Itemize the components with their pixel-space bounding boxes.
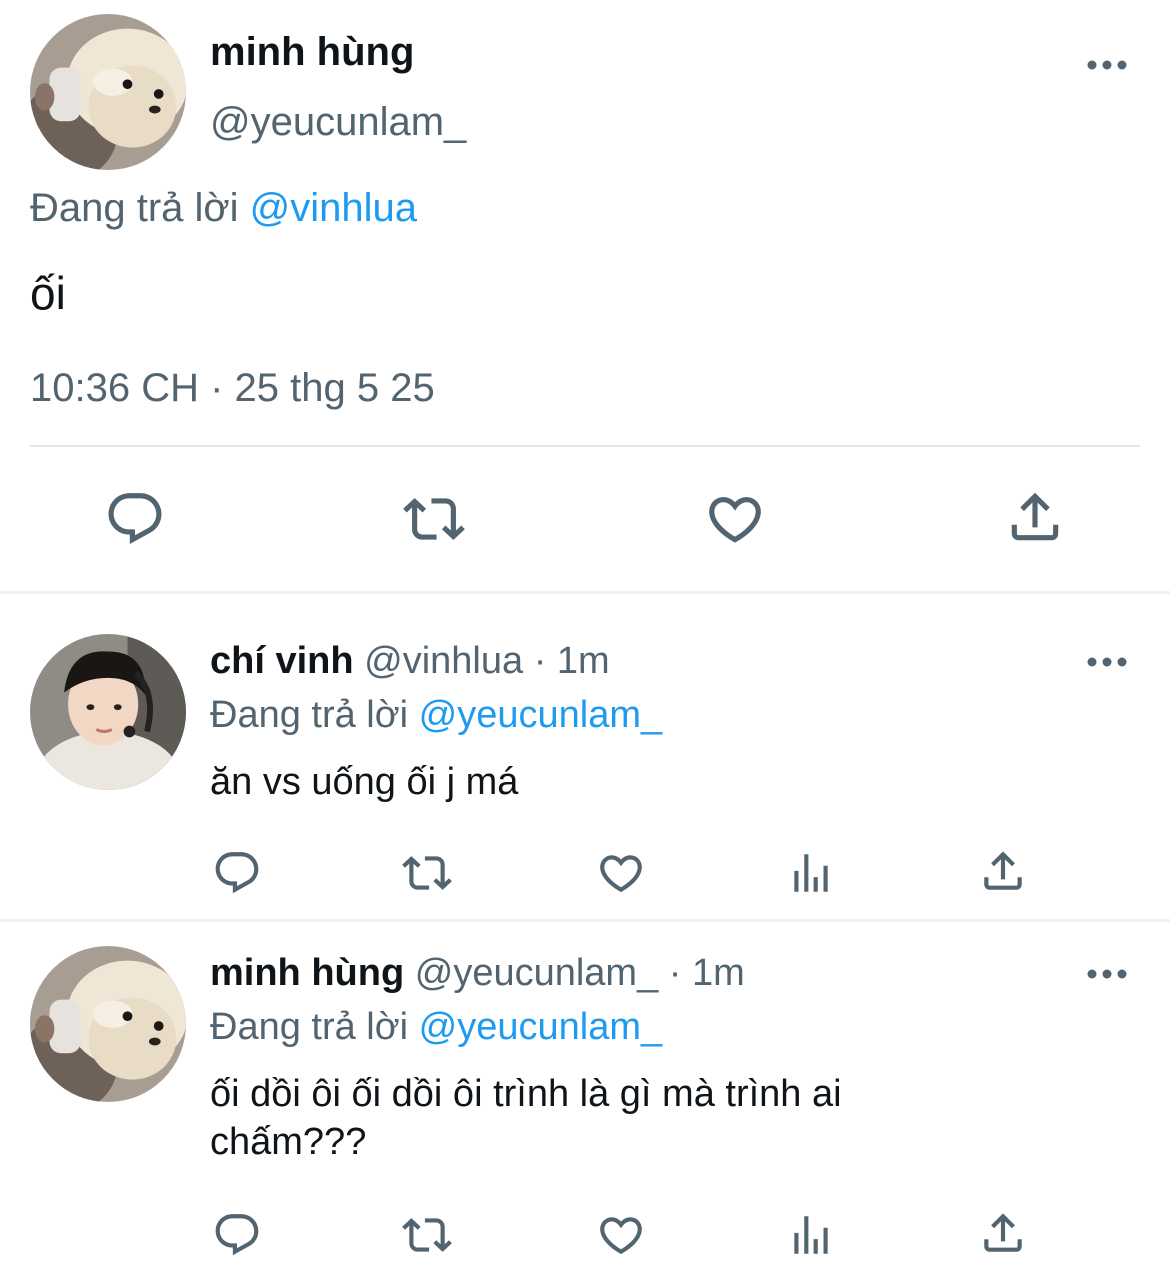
tweet-timestamp[interactable]: 10:36 CH · 25 thg 5 25: [30, 366, 435, 411]
analytics-icon[interactable]: [786, 848, 836, 898]
retweet-icon[interactable]: [403, 488, 465, 550]
reply-icon[interactable]: [212, 848, 262, 898]
replying-prefix: Đang trả lời: [210, 694, 409, 736]
replying-to-mention[interactable]: @yeucunlam_: [419, 694, 662, 736]
more-options-icon[interactable]: [1087, 655, 1127, 669]
share-icon[interactable]: [978, 1208, 1028, 1258]
retweet-icon[interactable]: [402, 1210, 452, 1260]
reply-text: ối dồi ôi ối dồi ôi trình là gì mà trình…: [210, 1070, 1110, 1166]
reply-text-line: ối dồi ôi ối dồi ôi trình là gì mà trình…: [210, 1073, 842, 1115]
author-name[interactable]: chí vinh: [210, 640, 354, 682]
section-separator: [0, 919, 1170, 922]
author-name[interactable]: minh hùng: [210, 30, 414, 75]
author-handle[interactable]: @yeucunlam_: [415, 952, 658, 994]
more-options-icon[interactable]: [1087, 58, 1127, 72]
replying-to-mention[interactable]: @yeucunlam_: [419, 1006, 662, 1048]
avatar-image: [30, 14, 186, 170]
reply-header: minh hùng @yeucunlam_ · 1m: [210, 952, 745, 995]
replying-prefix: Đang trả lời: [30, 186, 239, 230]
avatar-image: [30, 634, 186, 790]
analytics-icon[interactable]: [786, 1210, 836, 1260]
avatar[interactable]: [30, 634, 186, 790]
replying-to-line: Đang trả lời @vinhlua: [30, 186, 417, 231]
tweet-text: ối: [30, 267, 66, 319]
reply-text: ăn vs uống ối j má: [210, 761, 519, 803]
share-icon[interactable]: [978, 846, 1028, 896]
replying-to-mention[interactable]: @vinhlua: [250, 186, 417, 230]
avatar-image: [30, 946, 186, 1102]
reply-icon[interactable]: [104, 488, 166, 550]
replying-prefix: Đang trả lời: [210, 1006, 409, 1048]
author-handle[interactable]: @vinhlua: [364, 640, 523, 682]
reply-header: chí vinh @vinhlua · 1m: [210, 640, 610, 683]
reply-icon[interactable]: [212, 1210, 262, 1260]
like-icon[interactable]: [596, 848, 646, 898]
reply-time[interactable]: · 1m: [534, 640, 610, 682]
author-name[interactable]: minh hùng: [210, 952, 404, 994]
like-icon[interactable]: [596, 1210, 646, 1260]
reply-time[interactable]: · 1m: [669, 952, 745, 994]
share-icon[interactable]: [1004, 486, 1066, 548]
avatar[interactable]: [30, 14, 186, 170]
reply-text-line: chấm???: [210, 1121, 367, 1163]
section-separator: [0, 591, 1170, 594]
more-options-icon[interactable]: [1087, 967, 1127, 981]
replying-to-line: Đang trả lời @yeucunlam_: [210, 694, 662, 737]
like-icon[interactable]: [704, 488, 766, 550]
retweet-icon[interactable]: [402, 848, 452, 898]
author-handle[interactable]: @yeucunlam_: [210, 100, 466, 145]
replying-to-line: Đang trả lời @yeucunlam_: [210, 1006, 662, 1049]
avatar[interactable]: [30, 946, 186, 1102]
divider: [30, 445, 1140, 447]
